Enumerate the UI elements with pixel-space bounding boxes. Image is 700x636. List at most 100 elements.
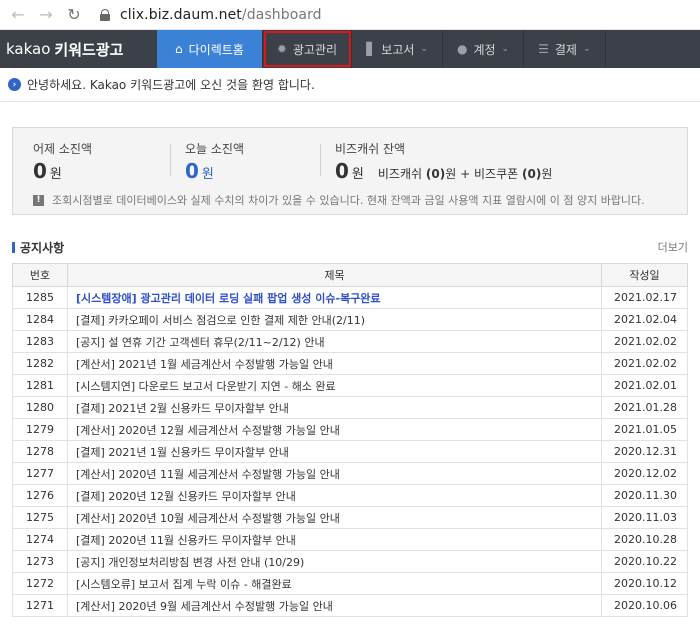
notice-date: 2021.02.04 [601,308,688,331]
table-row[interactable]: 1280 [결제] 2021년 2월 신용카드 무이자할부 안내 2021.01.2… [12,396,688,419]
database-icon: ☰ [538,42,549,56]
main-navigation: kakao 키워드광고 ⌂ 다이렉트홈 ✹ 광고관리 ▋ 보고서 ⌄ ● 계정 … [0,30,700,68]
notice-title-link[interactable]: [계산서] 2021년 1월 세금계산서 수정발행 가능일 안내 [67,352,602,375]
table-row[interactable]: 1275 [계산서] 2020년 10월 세금계산서 수정발행 가능일 안내 202… [12,506,688,529]
reload-icon[interactable]: ↻ [62,3,86,27]
notice-title-link[interactable]: [시스템오류] 보고서 집계 누락 이슈 - 해결완료 [67,572,602,595]
chevron-down-icon: ⌄ [420,44,428,54]
notice-date: 2020.10.22 [601,550,688,573]
more-link[interactable]: 더보기 [658,239,688,255]
notice-number: 1275 [12,506,68,529]
notice-number: 1283 [12,330,68,353]
notice-number: 1280 [12,396,68,419]
forward-arrow-icon[interactable]: → [34,3,58,27]
table-row[interactable]: 1284 [결제] 카카오페이 서비스 점검으로 인한 결제 제한 안내(2/11… [12,308,688,331]
brand-logo[interactable]: kakao 키워드광고 [0,30,157,68]
notice-title-link[interactable]: [시스템장애] 광고관리 데이터 로딩 실패 팝업 생성 이슈-복구완료 [67,286,602,309]
notice-date: 2021.01.05 [601,418,688,441]
notice-title-link[interactable]: [계산서] 2020년 12월 세금계산서 수정발행 가능일 안내 [67,418,602,441]
nav-item-ad-management[interactable]: ✹ 광고관리 [263,30,353,68]
welcome-bar: › 안녕하세요. Kakao 키워드광고에 오신 것을 환영 합니다. [0,68,700,102]
notice-date: 2020.11.30 [601,484,688,507]
nav-item-account[interactable]: ● 계정 ⌄ [443,30,525,68]
table-row[interactable]: 1274 [결제] 2020년 11월 신용카드 무이자할부 안내 2020.10.… [12,528,688,551]
data-discrepancy-notice: ! 조회시점별로 데이터베이스와 실제 수치의 차이가 있을 수 있습니다. 현… [33,192,645,208]
notice-number: 1272 [12,572,68,595]
table-header-row: 번호 제목 작성일 [12,263,688,287]
notice-date: 2020.12.02 [601,462,688,485]
table-row[interactable]: 1278 [결제] 2021년 1월 신용카드 무이자할부 안내 2020.12.3… [12,440,688,463]
back-arrow-icon[interactable]: ← [6,3,30,27]
divider [170,144,171,176]
notice-date: 2021.02.01 [601,374,688,397]
info-icon: › [8,78,21,91]
today-spend-value: 0 [185,159,199,183]
url-text: clix.biz.daum.net/dashboard [120,6,322,23]
notice-title: 공지사항 [12,239,64,256]
notice-title-link[interactable]: [계산서] 2020년 11월 세금계산서 수정발행 가능일 안내 [67,462,602,485]
notice-title-link[interactable]: [계산서] 2020년 9월 세금계산서 수정발행 가능일 안내 [67,594,602,617]
exclamation-icon: ! [33,194,44,206]
table-row[interactable]: 1276 [결제] 2020년 12월 신용카드 무이자할부 안내 2020.11.… [12,484,688,507]
nav-item-payment[interactable]: ☰ 결제 ⌄ [524,30,606,68]
gear-icon: ✹ [276,42,287,56]
notice-date: 2021.02.17 [601,286,688,309]
notice-number: 1281 [12,374,68,397]
chevron-down-icon: ⌄ [582,44,591,54]
notice-table: 번호 제목 작성일 1285 [시스템장애] 광고관리 데이터 로딩 실패 팝업 … [12,263,688,617]
table-row[interactable]: 1273 [공지] 개인정보처리방침 변경 사전 안내 (10/29) 2020.1… [12,550,688,573]
notice-date: 2020.10.28 [601,528,688,551]
notice-section-header: 공지사항 더보기 [12,237,688,257]
notice-title-link[interactable]: [결제] 카카오페이 서비스 점검으로 인한 결제 제한 안내(2/11) [67,308,602,331]
notice-number: 1277 [12,462,68,485]
notice-title-link[interactable]: [시스템지연] 다운로드 보고서 다운받기 지연 - 해소 완료 [67,374,602,397]
notice-number: 1284 [12,308,68,331]
notice-number: 1279 [12,418,68,441]
notice-date: 2020.10.06 [601,594,688,617]
notice-date: 2020.10.12 [601,572,688,595]
notice-number: 1282 [12,352,68,375]
address-bar[interactable]: clix.biz.daum.net/dashboard [100,4,322,26]
notice-number: 1274 [12,528,68,551]
table-row[interactable]: 1285 [시스템장애] 광고관리 데이터 로딩 실패 팝업 생성 이슈-복구완료… [12,286,688,309]
notice-date: 2020.11.03 [601,506,688,529]
column-header-number: 번호 [12,263,68,287]
notice-number: 1278 [12,440,68,463]
table-row[interactable]: 1272 [시스템오류] 보고서 집계 누락 이슈 - 해결완료 2020.10.1… [12,572,688,595]
nav-item-direct-home[interactable]: ⌂ 다이렉트홈 [157,30,263,68]
notice-title-link[interactable]: [계산서] 2020년 10월 세금계산서 수정발행 가능일 안내 [67,506,602,529]
bar-chart-icon: ▋ [366,42,376,56]
divider [320,144,321,176]
notice-title-link[interactable]: [결제] 2021년 2월 신용카드 무이자할부 안내 [67,396,602,419]
table-row[interactable]: 1271 [계산서] 2020년 9월 세금계산서 수정발행 가능일 안내 2020… [12,594,688,617]
browser-toolbar: ← → ↻ clix.biz.daum.net/dashboard [0,0,700,30]
notice-title-link[interactable]: [결제] 2020년 12월 신용카드 무이자할부 안내 [67,484,602,507]
bizcash-balance-value: 0 [335,159,349,183]
home-icon: ⌂ [175,42,183,56]
notice-date: 2021.02.02 [601,330,688,353]
spend-summary-panel: 어제 소진액 0 원 오늘 소진액 0 원 비즈캐쉬 잔액 0 원 비즈캐쉬 (… [12,127,688,215]
welcome-message: 안녕하세요. Kakao 키워드광고에 오신 것을 환영 합니다. [27,78,315,92]
table-row[interactable]: 1282 [계산서] 2021년 1월 세금계산서 수정발행 가능일 안내 2021… [12,352,688,375]
user-icon: ● [456,42,468,56]
notice-title-link[interactable]: [결제] 2020년 11월 신용카드 무이자할부 안내 [67,528,602,551]
notice-date: 2021.01.28 [601,396,688,419]
notice-number: 1273 [12,550,68,573]
today-spend: 오늘 소진액 0 원 [185,142,245,183]
column-header-title: 제목 [67,263,602,287]
table-row[interactable]: 1279 [계산서] 2020년 12월 세금계산서 수정발행 가능일 안내 202… [12,418,688,441]
table-row[interactable]: 1281 [시스템지연] 다운로드 보고서 다운받기 지연 - 해소 완료 2021… [12,374,688,397]
nav-item-reports[interactable]: ▋ 보고서 ⌄ [352,30,443,68]
balance-breakdown: 비즈캐쉬 (0)원 + 비즈쿠폰 (0)원 [377,167,553,181]
yesterday-spend: 어제 소진액 0 원 [33,142,93,183]
column-header-date: 작성일 [601,263,688,287]
notice-date: 2020.12.31 [601,440,688,463]
table-row[interactable]: 1277 [계산서] 2020년 11월 세금계산서 수정발행 가능일 안내 202… [12,462,688,485]
notice-date: 2021.02.02 [601,352,688,375]
notice-number: 1276 [12,484,68,507]
notice-title-link[interactable]: [공지] 개인정보처리방침 변경 사전 안내 (10/29) [67,550,602,573]
notice-title-link[interactable]: [공지] 설 연휴 기간 고객센터 휴무(2/11~2/12) 안내 [67,330,602,353]
title-bar-marker [12,241,15,253]
table-row[interactable]: 1283 [공지] 설 연휴 기간 고객센터 휴무(2/11~2/12) 안내 20… [12,330,688,353]
notice-title-link[interactable]: [결제] 2021년 1월 신용카드 무이자할부 안내 [67,440,602,463]
